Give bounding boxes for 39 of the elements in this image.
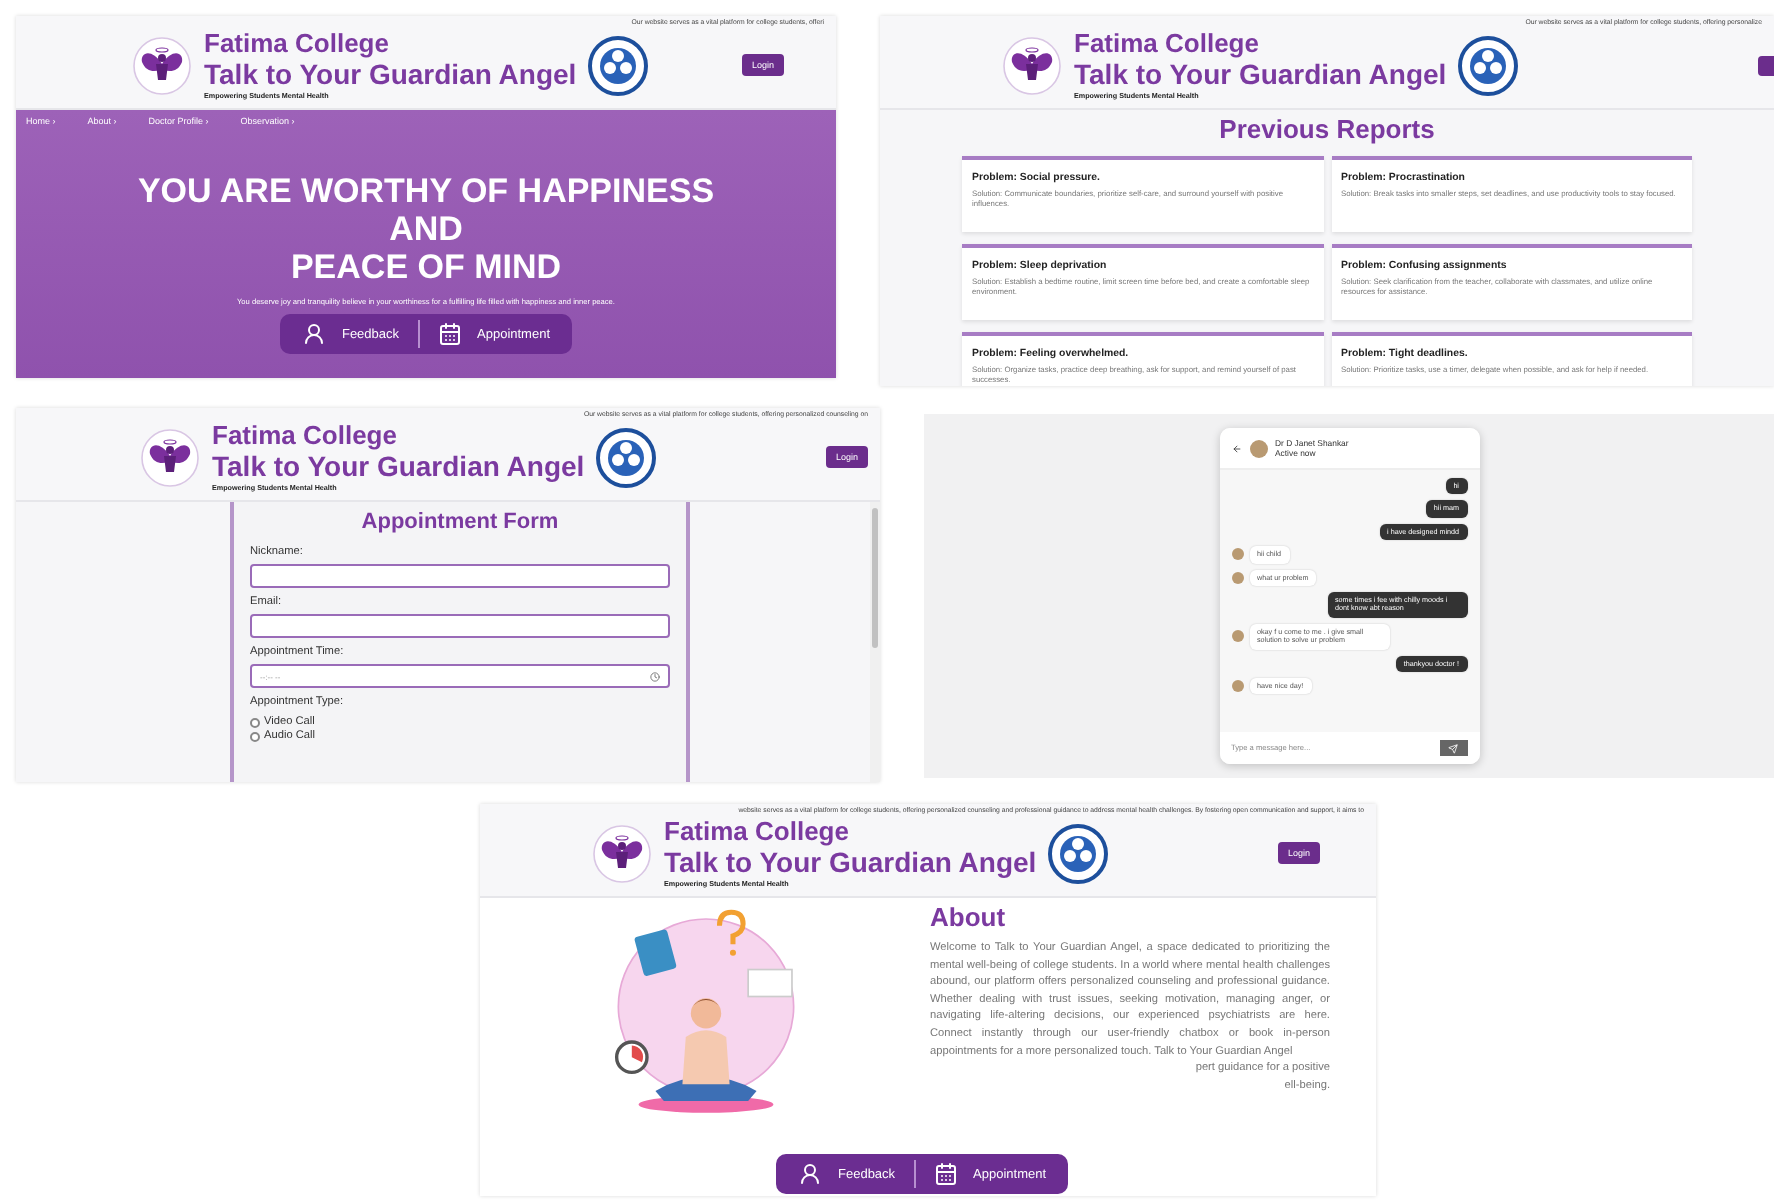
hero-heading: AND (389, 210, 463, 248)
scrollbar[interactable] (870, 502, 880, 782)
avatar (1249, 439, 1267, 457)
input-field[interactable] (250, 614, 670, 638)
site-title: Talk to Your Guardian Angel (664, 846, 1037, 880)
site-title: Talk to Your Guardian Angel (1074, 58, 1447, 92)
clock-icon (650, 671, 660, 681)
college-seal-icon (596, 427, 657, 487)
angel-logo-icon (1002, 35, 1062, 95)
section-heading: About (930, 902, 1008, 932)
calendar-icon (933, 1162, 958, 1186)
form-heading: Appointment Form (359, 510, 561, 534)
avatar (1231, 680, 1243, 693)
avatar (1231, 630, 1243, 643)
college-seal-icon (1048, 823, 1109, 883)
college-seal-icon (588, 35, 649, 95)
person-icon (798, 1162, 822, 1186)
college-seal-icon (1458, 35, 1519, 95)
back-icon[interactable] (1231, 443, 1241, 453)
college-name: Fatima College (1074, 28, 1261, 58)
input-field[interactable] (250, 564, 670, 588)
section-heading: Previous Reports (1217, 114, 1437, 144)
calendar-icon (437, 322, 462, 346)
send-button[interactable] (1439, 740, 1467, 756)
hero-heading: YOU ARE WORTHY OF HAPPINESS (137, 172, 715, 210)
angel-logo-icon (592, 823, 652, 883)
college-name: Fatima College (204, 28, 391, 58)
radio-button[interactable] (250, 731, 260, 741)
site-title: Talk to Your Guardian Angel (212, 450, 585, 484)
college-name: Fatima College (212, 420, 399, 450)
person-icon (301, 322, 326, 346)
site-title: Talk to Your Guardian Angel (204, 58, 577, 92)
login-button[interactable] (1758, 55, 1774, 75)
college-name: Fatima College (664, 816, 851, 846)
radio-button[interactable] (250, 717, 260, 727)
hero-heading: PEACE OF MIND (290, 248, 562, 286)
angel-logo-icon (140, 427, 200, 487)
send-icon (1448, 743, 1458, 753)
angel-logo-icon (132, 35, 192, 95)
